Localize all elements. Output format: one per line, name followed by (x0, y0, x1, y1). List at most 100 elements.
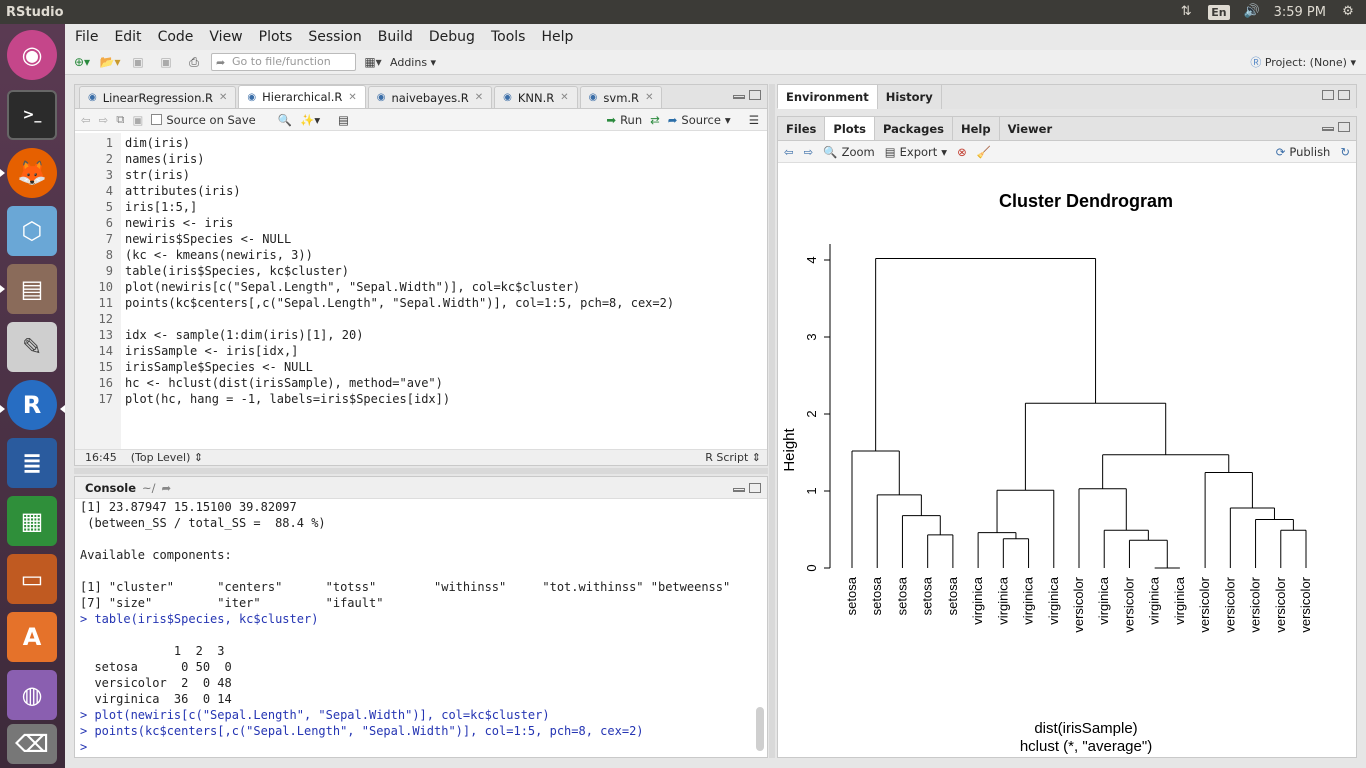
close-tab-icon[interactable]: ✕ (475, 92, 483, 103)
source-button[interactable]: ➦ Source ▾ (668, 113, 731, 127)
publish-button[interactable]: ⟳ Publish (1276, 145, 1331, 159)
save-all-icon[interactable]: ▣ (155, 53, 177, 71)
horizontal-splitter[interactable] (74, 468, 768, 474)
export-button[interactable]: ▤ Export ▾ (885, 145, 947, 159)
forward-arrow-icon[interactable]: ⇨ (99, 113, 109, 127)
impress-icon[interactable]: ▭ (7, 554, 57, 604)
keyboard-language[interactable]: En (1208, 4, 1230, 20)
menu-code[interactable]: Code (158, 29, 194, 45)
tab-help[interactable]: Help (953, 117, 1000, 140)
clear-plots-broom-icon[interactable]: 🧹 (977, 145, 991, 159)
minimize-console-icon[interactable] (733, 488, 745, 492)
show-in-window-icon[interactable]: ⧉ (116, 112, 124, 127)
tab-naivebayes[interactable]: ◉ naivebayes.R ✕ (367, 86, 493, 108)
clock[interactable]: 3:59 PM (1274, 5, 1326, 20)
search-icon[interactable]: 🔍 (278, 113, 292, 127)
tab-history[interactable]: History (878, 85, 942, 109)
menu-view[interactable]: View (209, 29, 242, 45)
restore-env-icon[interactable] (1322, 90, 1334, 100)
compile-report-icon[interactable]: ▤ (338, 113, 349, 127)
outline-icon[interactable]: ☰ (749, 113, 759, 127)
plot-area[interactable]: setosa setosa setosa setosa setosa virginica v… (778, 165, 1356, 757)
previous-plot-icon[interactable]: ⇦ (784, 145, 794, 159)
console-output[interactable]: [1] 23.87947 15.15100 39.82097 (between_… (75, 499, 767, 757)
menu-session[interactable]: Session (308, 29, 361, 45)
code-text[interactable]: dim(iris) names(iris) str(iris) attributes(… (121, 133, 767, 449)
code-line[interactable]: irisSample <- iris[idx,] (125, 343, 767, 359)
code-line[interactable]: iris[1:5,] (125, 199, 767, 215)
tab-linearregression[interactable]: ◉ LinearRegression.R ✕ (79, 86, 237, 108)
code-editor[interactable]: 1 2 3 4 5 6 7 8 9 10 11 12 13 14 15 16 17 dim(iris) names… (75, 133, 767, 449)
menu-debug[interactable]: Debug (429, 29, 475, 45)
minimize-plots-icon[interactable] (1322, 127, 1334, 131)
save-icon[interactable]: ▣ (127, 53, 149, 71)
network-icon[interactable]: ⇅ (1178, 4, 1194, 20)
addins-menu[interactable]: Addins ▾ (390, 56, 436, 69)
refresh-icon[interactable]: ↻ (1340, 145, 1350, 159)
zoom-button[interactable]: 🔍 Zoom (823, 145, 874, 159)
maximize-env-icon[interactable] (1338, 90, 1350, 100)
source-on-save-checkbox[interactable]: Source on Save (151, 113, 256, 127)
writer-icon[interactable]: ≣ (7, 438, 57, 488)
run-button[interactable]: ➡ Run (606, 113, 642, 127)
code-tools-wand-icon[interactable]: ✨▾ (300, 113, 320, 127)
code-line[interactable]: str(iris) (125, 167, 767, 183)
files-icon[interactable]: ▤ (7, 264, 57, 314)
console-goto-dir-icon[interactable]: ➦ (162, 481, 172, 495)
next-plot-icon[interactable]: ⇨ (804, 145, 814, 159)
console-title[interactable]: Console (85, 481, 136, 495)
maximize-pane-icon[interactable] (749, 90, 761, 100)
tab-plots[interactable]: Plots (825, 117, 876, 140)
software-center-icon[interactable]: A (7, 612, 57, 662)
text-editor-icon[interactable]: ✎ (7, 322, 57, 372)
print-icon[interactable]: ⎙ (183, 53, 205, 71)
code-line[interactable]: newiris$Species <- NULL (125, 231, 767, 247)
tab-knn[interactable]: ◉ KNN.R ✕ (494, 86, 578, 108)
settings-gear-icon[interactable]: ⚙ (1340, 4, 1356, 20)
code-line[interactable]: attributes(iris) (125, 183, 767, 199)
trash-icon[interactable]: ⌫ (7, 724, 57, 764)
code-line[interactable]: idx <- sample(1:dim(iris)[1], 20) (125, 327, 767, 343)
minimize-pane-icon[interactable] (733, 95, 745, 99)
code-line[interactable] (125, 311, 767, 327)
remove-plot-icon[interactable]: ⊗ (957, 145, 967, 159)
new-file-icon[interactable]: ⊕▾ (71, 53, 93, 71)
code-line[interactable]: names(iris) (125, 151, 767, 167)
close-tab-icon[interactable]: ✕ (560, 92, 568, 103)
code-line[interactable]: irisSample$Species <- NULL (125, 359, 767, 375)
file-type-selector[interactable]: R Script ⇕ (705, 451, 761, 464)
tab-environment[interactable]: Environment (778, 85, 878, 109)
tab-files[interactable]: Files (778, 117, 826, 140)
virtualbox-icon[interactable]: ⬡ (7, 206, 57, 256)
terminal-icon[interactable]: >_ (7, 90, 57, 140)
code-line[interactable]: hc <- hclust(dist(irisSample), method="a… (125, 375, 767, 391)
menu-file[interactable]: File (75, 29, 98, 45)
code-line[interactable]: plot(newiris[c("Sepal.Length", "Sepal.Wi… (125, 279, 767, 295)
menu-edit[interactable]: Edit (114, 29, 141, 45)
code-line[interactable]: points(kc$centers[,c("Sepal.Length", "Se… (125, 295, 767, 311)
rerun-icon[interactable]: ⇄ (650, 113, 660, 127)
ubuntu-dash-icon[interactable]: ◉ (7, 30, 57, 80)
tab-hierarchical[interactable]: ◉ Hierarchical.R ✕ (238, 85, 366, 108)
firefox-icon[interactable]: 🦊 (7, 148, 57, 198)
menu-tools[interactable]: Tools (491, 29, 526, 45)
back-arrow-icon[interactable]: ⇦ (81, 113, 91, 127)
tab-packages[interactable]: Packages (875, 117, 953, 140)
code-line[interactable]: (kc <- kmeans(newiris, 3)) (125, 247, 767, 263)
rstudio-icon[interactable]: R (7, 380, 57, 430)
volume-icon[interactable]: 🔊 (1244, 4, 1260, 20)
open-file-icon[interactable]: 📂▾ (99, 53, 121, 71)
close-tab-icon[interactable]: ✕ (645, 92, 653, 103)
pane-layout-icon[interactable]: ▦▾ (362, 53, 384, 71)
tab-viewer[interactable]: Viewer (1000, 117, 1061, 140)
menu-build[interactable]: Build (378, 29, 413, 45)
maximize-console-icon[interactable] (749, 483, 761, 493)
code-line[interactable]: table(iris$Species, kc$cluster) (125, 263, 767, 279)
scope-selector[interactable]: (Top Level) ⇕ (131, 451, 203, 464)
menu-plots[interactable]: Plots (259, 29, 293, 45)
project-menu[interactable]: Ⓡ Project: (None) ▾ (1250, 54, 1356, 70)
maximize-plots-icon[interactable] (1338, 122, 1350, 132)
code-line[interactable]: dim(iris) (125, 135, 767, 151)
calc-icon[interactable]: ▦ (7, 496, 57, 546)
menu-help[interactable]: Help (541, 29, 573, 45)
